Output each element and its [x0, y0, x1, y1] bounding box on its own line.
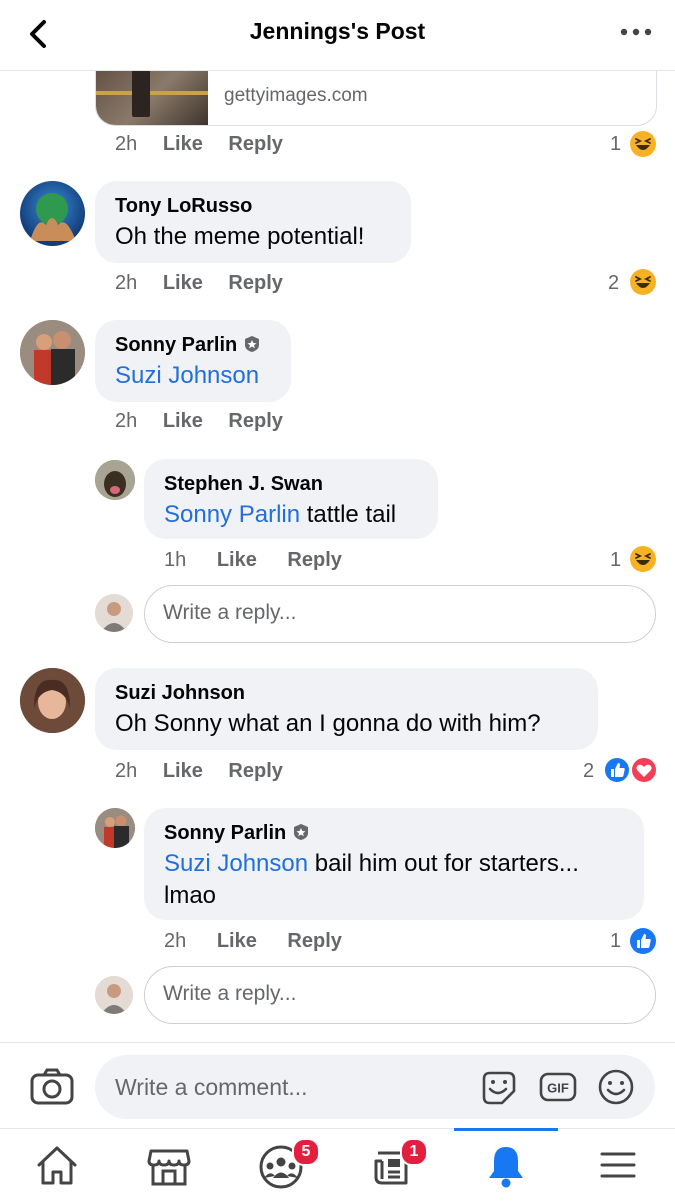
avatar-sonny[interactable] — [20, 320, 85, 385]
reply-time: 1h — [164, 549, 187, 571]
like-button[interactable]: Like — [163, 133, 203, 155]
avatar-image — [95, 594, 133, 632]
like-love-reaction-icons[interactable] — [602, 756, 658, 784]
like-reaction-icon[interactable] — [629, 927, 657, 955]
comment-composer: Write a comment... GIF — [0, 1042, 675, 1129]
comment-meta: 2h Like Reply — [115, 760, 283, 783]
comment-bubble: Sonny Parlin Suzi Johnson — [95, 320, 291, 402]
avatar-suzi[interactable] — [20, 668, 85, 733]
comment-meta: 2h Like Reply — [115, 133, 283, 156]
comment-time: 2h — [115, 133, 138, 155]
reply-button[interactable]: Reply — [287, 930, 341, 952]
comment-input[interactable]: Write a comment... GIF — [95, 1055, 655, 1119]
avatar-image — [95, 808, 135, 848]
menu-icon[interactable] — [588, 1135, 648, 1195]
comment-time: 2h — [115, 410, 138, 432]
gif-icon[interactable]: GIF — [538, 1067, 578, 1107]
reply-button[interactable]: Reply — [228, 133, 282, 155]
like-button[interactable]: Like — [163, 410, 203, 432]
comment-bubble: Suzi Johnson Oh Sonny what an I gonna do… — [95, 668, 598, 750]
comment-author[interactable]: Sonny Parlin — [115, 334, 237, 356]
avatar-image — [95, 976, 133, 1014]
avatar-image — [20, 320, 85, 385]
reply-button[interactable]: Reply — [287, 549, 341, 571]
avatar-image — [20, 668, 85, 733]
verified-badge-icon — [245, 336, 260, 352]
avatar-sonny-small[interactable] — [95, 808, 135, 848]
sticker-icon[interactable] — [478, 1067, 518, 1107]
avatar-image — [95, 460, 135, 500]
comment-time: 2h — [115, 760, 138, 782]
reply-author[interactable]: Stephen J. Swan — [164, 473, 323, 496]
like-button[interactable]: Like — [217, 549, 257, 571]
reply-text: Sonny Parlin tattle tail — [164, 501, 397, 528]
page-title: Jennings's Post — [249, 18, 426, 44]
news-notification-badge: 1 — [400, 1138, 428, 1166]
marketplace-icon[interactable] — [139, 1135, 199, 1195]
reaction-count: 2 — [608, 272, 620, 294]
reply-time: 2h — [164, 930, 187, 952]
comment-input-placeholder: Write a comment... — [115, 1074, 308, 1100]
avatar-image — [30, 193, 76, 241]
reply-text-line-2: lmao — [164, 882, 217, 909]
mention-link[interactable]: Sonny Parlin — [164, 501, 300, 528]
reply-author-row: Sonny Parlin — [164, 822, 310, 845]
reply-bubble: Sonny Parlin Suzi Johnson bail him out f… — [144, 808, 644, 920]
like-button[interactable]: Like — [217, 930, 257, 952]
comment-time: 2h — [115, 272, 138, 294]
emoji-icon[interactable] — [596, 1067, 636, 1107]
reply-meta: 2h Like Reply — [164, 930, 342, 953]
comment-meta: 2h Like Reply — [115, 272, 283, 295]
haha-reaction-icon[interactable] — [629, 130, 657, 158]
reply-button[interactable]: Reply — [228, 410, 282, 432]
comment-meta: 2h Like Reply — [115, 410, 283, 433]
reply-text-line-1: Suzi Johnson bail him out for starters..… — [164, 850, 579, 877]
reaction-count: 2 — [583, 760, 595, 782]
comment-author[interactable]: Suzi Johnson — [115, 682, 245, 705]
comment-bubble: Tony LoRusso Oh the meme potential! — [95, 181, 411, 263]
bottom-tab-bar: 5 1 — [0, 1128, 675, 1201]
reply-button[interactable]: Reply — [228, 760, 282, 782]
haha-reaction-icon[interactable] — [629, 545, 657, 573]
mention-link[interactable]: Suzi Johnson — [115, 362, 259, 389]
comment-author-row: Sonny Parlin — [115, 334, 261, 357]
active-tab-indicator — [454, 1128, 558, 1131]
current-user-avatar — [95, 594, 133, 632]
svg-text:GIF: GIF — [547, 1081, 569, 1096]
comment-text: Suzi Johnson — [115, 360, 259, 392]
reply-input-placeholder: Write a reply... — [163, 601, 297, 624]
notifications-bell-icon[interactable] — [476, 1135, 536, 1195]
home-icon[interactable] — [27, 1135, 87, 1195]
comment-text: Oh the meme potential! — [115, 223, 365, 250]
avatar-stephen[interactable] — [95, 460, 135, 500]
reply-input[interactable]: Write a reply... — [144, 966, 656, 1024]
current-user-avatar — [95, 976, 133, 1014]
reply-bubble: Stephen J. Swan Sonny Parlin tattle tail — [144, 459, 438, 539]
like-button[interactable]: Like — [163, 760, 203, 782]
reaction-count: 1 — [610, 549, 622, 571]
like-button[interactable]: Like — [163, 272, 203, 294]
reaction-count: 1 — [610, 930, 622, 952]
reply-input[interactable]: Write a reply... — [144, 585, 656, 643]
link-preview-domain: gettyimages.com — [224, 85, 368, 106]
groups-notification-badge: 5 — [292, 1138, 320, 1166]
reply-meta: 1h Like Reply — [164, 549, 342, 572]
reaction-count: 1 — [610, 133, 622, 155]
camera-icon[interactable] — [30, 1067, 74, 1105]
reply-button[interactable]: Reply — [228, 272, 282, 294]
reply-author[interactable]: Sonny Parlin — [164, 822, 286, 844]
haha-reaction-icon[interactable] — [629, 268, 657, 296]
post-header: Jennings's Post — [0, 0, 675, 71]
more-options-icon[interactable] — [616, 22, 656, 42]
verified-badge-icon — [294, 824, 309, 840]
mention-link[interactable]: Suzi Johnson — [164, 850, 308, 877]
reply-input-placeholder: Write a reply... — [163, 982, 297, 1005]
comment-author[interactable]: Tony LoRusso — [115, 195, 252, 218]
comment-text: Oh Sonny what an I gonna do with him? — [115, 710, 541, 737]
avatar-tony[interactable] — [20, 181, 85, 246]
